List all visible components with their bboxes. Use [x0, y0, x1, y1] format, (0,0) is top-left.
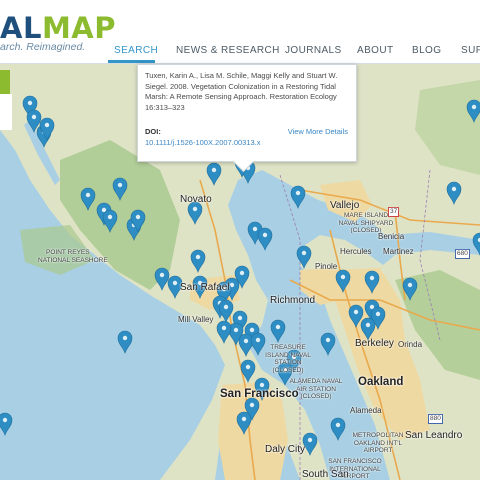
label-novato: Novato: [180, 194, 212, 205]
label-san-rafael: San Rafael: [180, 282, 230, 293]
nav-journals[interactable]: JOURNALS: [285, 45, 342, 56]
label-point-reyes: POINT REYES: [46, 249, 90, 256]
sidebar-toggle-tab[interactable]: [0, 70, 10, 94]
label-richmond: Richmond: [270, 295, 316, 306]
label-oakland: Oakland: [358, 376, 404, 388]
view-more-details-link[interactable]: View More Details: [288, 127, 348, 136]
main-nav: SEARCH NEWS & RESEARCH JOURNALS ABOUT BL…: [0, 0, 480, 64]
label-mill-valley: Mill Valley: [178, 315, 214, 324]
label-oakland-airport: METROPOLITAN OAKLAND INT'L AIRPORT: [352, 432, 404, 454]
site-header: ALMAP arch. Reimagined. SEARCH NEWS & RE…: [0, 0, 480, 64]
popup-citation-text: Tuxen, Karin A., Lisa M. Schile, Maggi K…: [145, 71, 338, 112]
nav-about[interactable]: ABOUT: [357, 45, 393, 56]
label-route-37: 37: [388, 207, 400, 217]
label-south-san: South San: [302, 469, 349, 480]
label-orinda: Orinda: [398, 340, 423, 349]
label-san-francisco: San Francisco: [220, 388, 299, 400]
label-martinez: Martinez: [383, 247, 414, 256]
citation-popup: Tuxen, Karin A., Lisa M. Schile, Maggi K…: [137, 64, 357, 173]
popup-doi-link[interactable]: 10.1111/j.1526-100X.2007.00313.x: [145, 138, 261, 147]
label-daly-city: Daly City: [265, 444, 306, 455]
label-alameda: Alameda: [350, 406, 382, 415]
nav-news-research[interactable]: NEWS & RESEARCH: [176, 45, 280, 56]
nav-blog[interactable]: BLOG: [412, 45, 441, 56]
label-vallejo: Vallejo: [330, 200, 360, 211]
nav-search[interactable]: SEARCH: [114, 45, 158, 56]
label-route-680: 680: [455, 249, 470, 259]
nav-support[interactable]: SUPP: [461, 45, 480, 56]
label-national-seashore: NATIONAL SEASHORE: [38, 257, 108, 264]
label-route-880: 880: [428, 414, 443, 424]
label-berkeley: Berkeley: [355, 338, 394, 349]
label-benicia: Benicia: [378, 232, 405, 241]
popup-doi-label: DOI:: [145, 127, 161, 136]
label-san-leandro: San Leandro: [405, 430, 463, 441]
label-hercules: Hercules: [340, 247, 372, 256]
label-pinole: Pinole: [315, 262, 338, 271]
sidebar-panel-edge: [0, 94, 12, 130]
label-treasure-island: TREASURE ISLAND NAVAL STATION (CLOSED): [265, 344, 311, 374]
